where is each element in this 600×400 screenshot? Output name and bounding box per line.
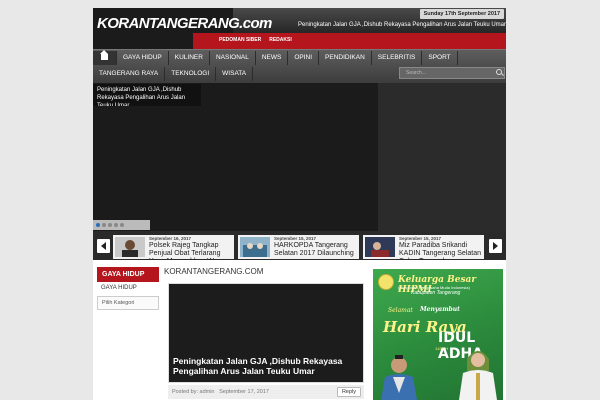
chevron-left-icon [101,242,106,250]
hipmi-advertisement[interactable]: Keluarga Besar HIPMI (Himpunan Pengusaha… [373,269,503,400]
category-heading: GAYA HIDUP [97,267,159,282]
nav-opini[interactable]: OPINI [288,51,320,65]
person-photo [459,351,497,400]
site-logo[interactable]: KORANTANGERANG.com [97,15,272,32]
hipmi-emblem-icon [378,274,394,290]
breaking-headline[interactable]: Peningkatan Jalan GJA ,Dishub Rekayasa P… [298,22,506,28]
carousel-next-button[interactable] [489,239,502,253]
featured-slider[interactable]: Peningkatan Jalan GJA ,Dishub Rekayasa P… [93,83,506,231]
chevron-right-icon [493,242,498,250]
nav-gaya-hidup[interactable]: GAYA HIDUP [117,51,169,65]
slider-caption[interactable]: Peningkatan Jalan GJA ,Dishub Rekayasa P… [93,84,201,106]
category-sidebar: GAYA HIDUP GAYA HIDUP Pilih Kategori [97,267,159,310]
search-input[interactable]: Search... [399,67,505,79]
nav-wisata[interactable]: WISATA [216,67,254,81]
nav-nasional[interactable]: NASIONAL [210,51,256,65]
post-featured-image[interactable]: Peningkatan Jalan GJA ,Dishub Rekayasa P… [168,283,364,383]
slider-pagination [93,220,150,230]
nav-teknologi[interactable]: TEKNOLOGI [165,67,217,81]
category-link[interactable]: GAYA HIDUP [97,282,159,293]
category-select[interactable]: Pilih Kategori [97,296,159,310]
person-photo [381,355,417,400]
news-thumbnail [115,237,145,257]
main-column: KORANTANGERANG.COM Peningkatan Jalan GJA… [164,260,366,399]
carousel-card[interactable]: September 15, 2017 HARKOPDA Tangerang Se… [238,235,359,259]
slider-dot[interactable] [102,223,106,227]
post-title[interactable]: Peningkatan Jalan GJA ,Dishub Rekayasa P… [173,356,361,376]
home-icon [100,50,108,60]
content-area: GAYA HIDUP GAYA HIDUP Pilih Kategori KOR… [93,260,506,400]
carousel-prev-button[interactable] [97,239,110,253]
breadcrumb[interactable]: KORANTANGERANG.COM [164,260,366,276]
site-header: KORANTANGERANG.com Sunday 17th September… [93,8,506,49]
nav-sport[interactable]: SPORT [422,51,458,65]
subnav-redaksi[interactable]: REDAKSI [269,37,292,43]
nav-home[interactable] [93,50,117,65]
subnav-pedoman-siber[interactable]: PEDOMAN SIBER [219,37,261,43]
reply-button[interactable]: Reply [336,387,361,397]
nav-kuliner[interactable]: KULINER [169,51,210,65]
nav-pendidikan[interactable]: PENDIDIKAN [319,51,372,65]
current-date: Sunday 17th September 2017 [419,9,504,19]
page: KORANTANGERANG.com Sunday 17th September… [93,8,506,400]
nav-tangerang-raya[interactable]: TANGERANG RAYA [93,67,166,81]
post-meta: Posted by: admin September 17, 2017 Repl… [168,385,364,399]
nav-news[interactable]: NEWS [256,51,289,65]
slider-dot[interactable] [108,223,112,227]
slider-dot[interactable] [96,223,100,227]
news-thumbnail [240,237,270,257]
slider-dot[interactable] [114,223,118,227]
nav-selebritis[interactable]: SELEBRITIS [372,51,423,65]
main-navigation: GAYA HIDUP KULINER NASIONAL NEWS OPINI P… [93,49,506,83]
carousel-card[interactable]: September 16, 2017 Polsek Rajeg Tangkap … [113,235,234,259]
news-thumbnail [365,237,395,257]
top-subnav: PEDOMAN SIBER REDAKSI [219,37,292,43]
post-author[interactable]: Posted by: admin [172,389,215,395]
news-carousel: September 16, 2017 Polsek Rajeg Tangkap … [93,231,506,260]
post-date: September 17, 2017 [219,389,269,395]
search-icon[interactable] [496,69,502,75]
slider-dot[interactable] [120,223,124,227]
carousel-card[interactable]: September 15, 2017 Miz Paradiba Srikandi… [363,235,484,259]
